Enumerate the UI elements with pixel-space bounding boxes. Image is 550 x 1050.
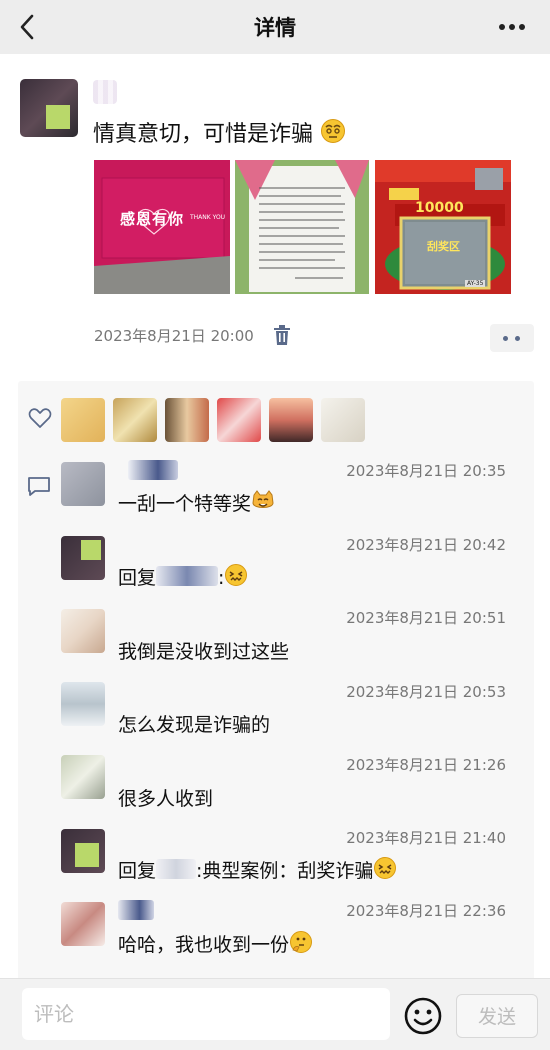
- comment-text[interactable]: 回复 :典型案例：刮奖诈骗: [118, 856, 397, 885]
- comment-input[interactable]: [22, 988, 390, 1040]
- commenter-avatar[interactable]: [61, 609, 105, 653]
- comment-icon: [27, 476, 51, 498]
- comment-time: 2023年8月21日 20:53: [346, 683, 506, 701]
- comment-text[interactable]: 哈哈，我也收到一份: [118, 930, 313, 959]
- top-bar: 详情: [0, 0, 550, 54]
- liker-avatar[interactable]: [61, 398, 105, 442]
- comment-text-content: 哈哈，我也收到一份: [118, 934, 290, 956]
- confounded-face-emoji-icon: [224, 563, 248, 592]
- commenter-avatar[interactable]: [61, 829, 105, 873]
- commenter-name-blurred[interactable]: [118, 900, 154, 920]
- more-icon[interactable]: [496, 13, 528, 41]
- reply-prefix: 回复: [118, 567, 157, 589]
- comment-like-menu-button[interactable]: [490, 324, 534, 352]
- photo-1-caption: 感恩有你: [120, 210, 185, 228]
- comment-time: 2023年8月21日 20:35: [346, 462, 506, 480]
- reply-target-blurred[interactable]: [156, 566, 219, 586]
- post-photo-3[interactable]: 10000 刮奖区 AY-35: [375, 160, 511, 294]
- trash-icon[interactable]: [272, 324, 292, 346]
- author-name-blurred[interactable]: [93, 80, 117, 104]
- confounded-face-emoji-icon: [373, 856, 397, 885]
- liker-avatar[interactable]: [321, 398, 365, 442]
- liker-avatar[interactable]: [217, 398, 261, 442]
- comment-text-content: :典型案例：刮奖诈骗: [196, 860, 374, 882]
- dizzy-face-emoji-icon: [320, 118, 346, 150]
- comment-text[interactable]: 很多人收到: [118, 784, 213, 811]
- post-text: 情真意切，可惜是诈骗: [93, 116, 346, 150]
- comment-time: 2023年8月21日 21:26: [346, 756, 506, 774]
- post-text-content: 情真意切，可惜是诈骗: [93, 122, 314, 147]
- author-avatar[interactable]: [20, 79, 78, 137]
- comment-text[interactable]: 一刮一个特等奖: [118, 489, 275, 518]
- thinking-face-emoji-icon: [289, 930, 313, 959]
- comment-time: 2023年8月21日 20:42: [346, 536, 506, 554]
- reply-target-blurred[interactable]: [156, 859, 197, 879]
- prize-scratch-area-label: 刮奖区: [427, 240, 460, 253]
- commenter-avatar[interactable]: [61, 462, 105, 506]
- liker-avatar[interactable]: [113, 398, 157, 442]
- comment-time: 2023年8月21日 21:40: [346, 829, 506, 847]
- heart-icon: [28, 407, 52, 429]
- page-title: 详情: [254, 16, 296, 40]
- emoji-icon[interactable]: [403, 996, 443, 1036]
- comment-text[interactable]: 我倒是没收到过这些: [118, 637, 289, 664]
- comment-text-content: 一刮一个特等奖: [118, 493, 252, 515]
- post-timestamp: 2023年8月21日 20:00: [94, 327, 254, 345]
- post-photo-1[interactable]: 感恩有你 THANK YOU: [94, 160, 230, 294]
- liker-avatar[interactable]: [165, 398, 209, 442]
- post-photo-2[interactable]: [235, 160, 369, 294]
- send-button[interactable]: 发送: [456, 994, 538, 1038]
- comment-time: 2023年8月21日 20:51: [346, 609, 506, 627]
- commenter-avatar[interactable]: [61, 536, 105, 580]
- prize-code: AY-35: [465, 280, 486, 287]
- comment-text[interactable]: 回复:: [118, 563, 248, 592]
- commenter-avatar[interactable]: [61, 902, 105, 946]
- reply-prefix: 回复: [118, 860, 157, 882]
- prize-amount: 10000: [415, 200, 464, 216]
- comment-time: 2023年8月21日 22:36: [346, 902, 506, 920]
- commenter-avatar[interactable]: [61, 755, 105, 799]
- comment-text[interactable]: 怎么发现是诈骗的: [118, 710, 270, 737]
- commenter-avatar[interactable]: [61, 682, 105, 726]
- commenter-name-blurred[interactable]: [128, 460, 178, 480]
- cat-face-emoji-icon: [251, 489, 275, 518]
- photo-1-subcaption: THANK YOU: [190, 214, 226, 221]
- liker-avatar[interactable]: [269, 398, 313, 442]
